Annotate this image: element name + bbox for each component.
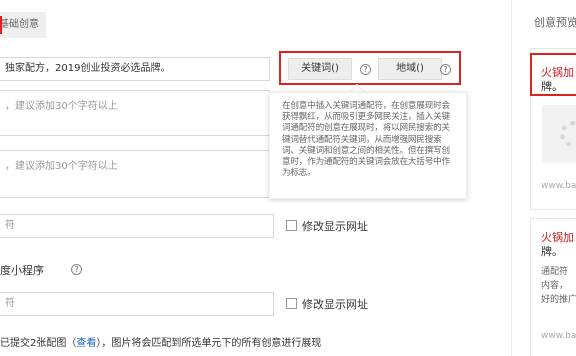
preview-card-2-desc-2: 内容， [541, 281, 569, 291]
modify-url-label: 修改显示网址 [302, 220, 368, 233]
note-suffix: ），图片将会匹配到所选单元下的所有创意进行展现 [96, 338, 322, 349]
panel-divider [511, 0, 512, 356]
tooltip-text: 在创意中插入关键词通配符，在创意展现时会获得飘红，从而吸引更多网民关注，插入关键… [282, 101, 450, 179]
mini-program-url-placeholder: 符 [5, 298, 15, 309]
modify-url-checkbox-2[interactable] [286, 298, 297, 309]
tab-label: 基础创意 [0, 19, 39, 30]
creative-title-input[interactable]: 独家配方，2019创业投资必选品牌。 [0, 57, 270, 81]
preview-card-2-desc-3: 好的推广 [541, 295, 576, 305]
preview-card-2-text: 牌。 [541, 245, 563, 258]
preview-card-1-text: 牌。 [541, 80, 563, 93]
preview-card-1-url: www.ba [541, 181, 576, 191]
description-1-placeholder: ，建议添加30个字符以上 [5, 101, 118, 112]
wildcard-tooltip: 在创意中插入关键词通配符，在创意展现时会获得飘红，从而吸引更多网民关注，插入关键… [269, 92, 467, 199]
keyword-wildcard-button[interactable]: 关键词() [288, 58, 352, 80]
preview-card-2-url: www.ba [541, 331, 576, 341]
description-2-placeholder: ，建议添加30个字符以上 [5, 161, 118, 172]
image-note: 已提交2张配图（查看），图片将会匹配到所选单元下的所有创意进行展现 [0, 334, 321, 349]
modify-url-checkbox[interactable] [286, 220, 297, 231]
view-images-link[interactable]: 查看 [76, 338, 96, 349]
mini-program-label: 度小程序 [0, 264, 44, 277]
note-prefix: 已提交2张配图（ [0, 338, 77, 349]
display-url-placeholder: 符 [5, 220, 15, 231]
preview-panel-title: 创意预览 [534, 16, 576, 29]
mini-program-help-icon[interactable]: ? [71, 264, 82, 275]
active-tab-marker [0, 16, 2, 34]
description-1-input[interactable]: ，建议添加30个字符以上 [0, 90, 270, 136]
mini-program-url-input[interactable]: 符 [0, 292, 274, 316]
creative-title-value: 独家配方，2019创业投资必选品牌。 [5, 63, 171, 74]
description-2-input[interactable]: ，建议添加30个字符以上 [0, 150, 270, 198]
image-placeholder-icon [560, 121, 576, 147]
region-wildcard-button[interactable]: 地域() [378, 58, 442, 80]
preview-card-2-desc-1: 通配符 [541, 267, 569, 277]
preview-card-1-image [542, 105, 576, 163]
tab-basic-creative[interactable]: 基础创意 [0, 12, 46, 38]
keyword-help-icon[interactable]: ? [360, 64, 371, 75]
display-url-input[interactable]: 符 [0, 214, 274, 238]
modify-url-label-2: 修改显示网址 [302, 298, 368, 311]
region-help-icon[interactable]: ? [440, 64, 451, 75]
